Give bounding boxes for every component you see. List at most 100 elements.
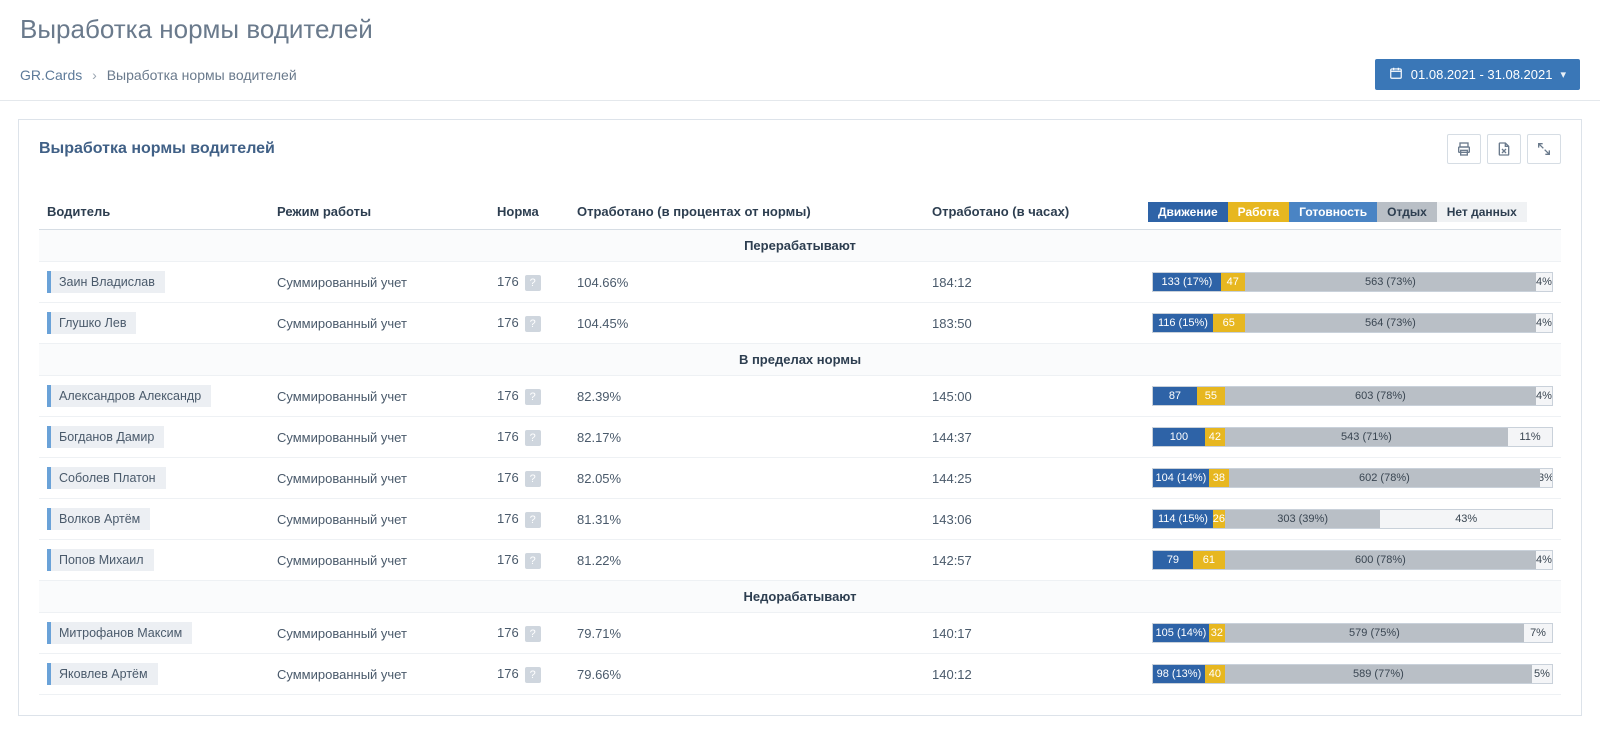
table-row: Волков АртёмСуммированный учет176?81.31%… bbox=[39, 499, 1561, 540]
date-range-picker[interactable]: 01.08.2021 - 31.08.2021 ▾ bbox=[1375, 59, 1580, 90]
bar-segment-rest: 579 (75%) bbox=[1225, 624, 1524, 642]
driver-chip[interactable]: Митрофанов Максим bbox=[47, 622, 192, 644]
breadcrumb-root[interactable]: GR.Cards bbox=[20, 67, 82, 83]
table-row: Александров АлександрСуммированный учет1… bbox=[39, 376, 1561, 417]
worked-hours-cell: 145:00 bbox=[924, 376, 1144, 417]
driver-chip[interactable]: Яковлев Артём bbox=[47, 663, 158, 685]
mode-cell: Суммированный учет bbox=[269, 417, 489, 458]
driver-chip[interactable]: Заин Владислав bbox=[47, 271, 165, 293]
table-row: Заин ВладиславСуммированный учет176?104.… bbox=[39, 262, 1561, 303]
bar-segment-drive: 116 (15%) bbox=[1153, 314, 1213, 332]
legend: Движение Работа Готовность Отдых Нет дан… bbox=[1148, 202, 1557, 222]
norm-value: 176 bbox=[497, 666, 519, 681]
driver-chip[interactable]: Глушко Лев bbox=[47, 312, 136, 334]
driver-chip[interactable]: Богданов Дамир bbox=[47, 426, 164, 448]
group-title: Перерабатывают bbox=[39, 230, 1561, 262]
export-excel-button[interactable] bbox=[1487, 134, 1521, 164]
driver-chip[interactable]: Александров Александр bbox=[47, 385, 211, 407]
bar-segment-rest: 564 (73%) bbox=[1245, 314, 1536, 332]
worked-pct-cell: 81.22% bbox=[569, 540, 924, 581]
norm-value: 176 bbox=[497, 388, 519, 403]
bar-segment-drive: 100 bbox=[1153, 428, 1205, 446]
bar-segment-work: 32 bbox=[1209, 624, 1225, 642]
breadcrumb-separator: › bbox=[92, 67, 97, 83]
help-icon[interactable]: ? bbox=[525, 389, 541, 405]
group-title: В пределах нормы bbox=[39, 344, 1561, 376]
legend-ready: Готовность bbox=[1289, 202, 1377, 222]
table-row: Соболев ПлатонСуммированный учет176?82.0… bbox=[39, 458, 1561, 499]
norm-cell: 176? bbox=[489, 303, 569, 344]
fullscreen-button[interactable] bbox=[1527, 134, 1561, 164]
driver-chip[interactable]: Попов Михаил bbox=[47, 549, 154, 571]
bar-segment-nodata: 7% bbox=[1524, 624, 1552, 642]
print-button[interactable] bbox=[1447, 134, 1481, 164]
col-mode[interactable]: Режим работы bbox=[269, 194, 489, 230]
report-table: Водитель Режим работы Норма Отработано (… bbox=[39, 194, 1561, 695]
col-worked-pct[interactable]: Отработано (в процентах от нормы) bbox=[569, 194, 924, 230]
help-icon[interactable]: ? bbox=[525, 553, 541, 569]
mode-cell: Суммированный учет bbox=[269, 262, 489, 303]
mode-cell: Суммированный учет bbox=[269, 303, 489, 344]
panel-header: Выработка нормы водителей bbox=[19, 120, 1581, 194]
driver-chip[interactable]: Волков Артём bbox=[47, 508, 150, 530]
bar-segment-nodata: 43% bbox=[1380, 510, 1552, 528]
group-row: Перерабатывают bbox=[39, 230, 1561, 262]
worked-pct-cell: 82.05% bbox=[569, 458, 924, 499]
worked-pct-cell: 82.17% bbox=[569, 417, 924, 458]
help-icon[interactable]: ? bbox=[525, 316, 541, 332]
col-worked-hours[interactable]: Отработано (в часах) bbox=[924, 194, 1144, 230]
legend-work: Работа bbox=[1228, 202, 1290, 222]
help-icon[interactable]: ? bbox=[525, 512, 541, 528]
bar-segment-work: 61 bbox=[1193, 551, 1225, 569]
legend-nodata: Нет данных bbox=[1437, 202, 1527, 222]
table-row: Богданов ДамирСуммированный учет176?82.1… bbox=[39, 417, 1561, 458]
bar-segment-drive: 98 (13%) bbox=[1153, 665, 1205, 683]
worked-hours-cell: 184:12 bbox=[924, 262, 1144, 303]
worked-hours-cell: 143:06 bbox=[924, 499, 1144, 540]
bar-segment-rest: 589 (77%) bbox=[1225, 665, 1532, 683]
breadcrumb: GR.Cards › Выработка нормы водителей bbox=[20, 67, 297, 83]
activity-bar: 116 (15%)65564 (73%)4% bbox=[1152, 313, 1553, 333]
bar-segment-work: 42 bbox=[1205, 428, 1225, 446]
bar-segment-nodata: 11% bbox=[1508, 428, 1552, 446]
help-icon[interactable]: ? bbox=[525, 667, 541, 683]
driver-chip[interactable]: Соболев Платон bbox=[47, 467, 166, 489]
worked-hours-cell: 142:57 bbox=[924, 540, 1144, 581]
breadcrumb-current: Выработка нормы водителей bbox=[107, 67, 297, 83]
norm-value: 176 bbox=[497, 315, 519, 330]
mode-cell: Суммированный учет bbox=[269, 458, 489, 499]
bar-segment-drive: 133 (17%) bbox=[1153, 273, 1221, 291]
worked-pct-cell: 79.71% bbox=[569, 613, 924, 654]
print-icon bbox=[1456, 141, 1472, 157]
bar-segment-work: 26 bbox=[1213, 510, 1225, 528]
col-norm[interactable]: Норма bbox=[489, 194, 569, 230]
bar-segment-work: 47 bbox=[1221, 273, 1245, 291]
norm-cell: 176? bbox=[489, 499, 569, 540]
bar-segment-work: 55 bbox=[1197, 387, 1225, 405]
activity-bar: 8755603 (78%)4% bbox=[1152, 386, 1553, 406]
bar-segment-work: 40 bbox=[1205, 665, 1225, 683]
chevron-down-icon: ▾ bbox=[1560, 68, 1566, 81]
help-icon[interactable]: ? bbox=[525, 430, 541, 446]
bar-segment-nodata: 4% bbox=[1536, 273, 1552, 291]
help-icon[interactable]: ? bbox=[525, 471, 541, 487]
activity-bar: 133 (17%)47563 (73%)4% bbox=[1152, 272, 1553, 292]
worked-pct-cell: 82.39% bbox=[569, 376, 924, 417]
bar-segment-drive: 87 bbox=[1153, 387, 1197, 405]
bar-segment-rest: 603 (78%) bbox=[1225, 387, 1536, 405]
group-row: В пределах нормы bbox=[39, 344, 1561, 376]
bar-segment-work: 38 bbox=[1209, 469, 1229, 487]
help-icon[interactable]: ? bbox=[525, 626, 541, 642]
legend-drive: Движение bbox=[1148, 202, 1228, 222]
activity-bar: 104 (14%)38602 (78%)3% bbox=[1152, 468, 1553, 488]
breadcrumb-bar: GR.Cards › Выработка нормы водителей 01.… bbox=[0, 53, 1600, 101]
col-driver[interactable]: Водитель bbox=[39, 194, 269, 230]
bar-segment-nodata: 4% bbox=[1536, 314, 1552, 332]
worked-hours-cell: 183:50 bbox=[924, 303, 1144, 344]
norm-value: 176 bbox=[497, 625, 519, 640]
table-row: Попов МихаилСуммированный учет176?81.22%… bbox=[39, 540, 1561, 581]
mode-cell: Суммированный учет bbox=[269, 613, 489, 654]
help-icon[interactable]: ? bbox=[525, 275, 541, 291]
activity-bar: 10042543 (71%)11% bbox=[1152, 427, 1553, 447]
bar-segment-rest: 600 (78%) bbox=[1225, 551, 1536, 569]
